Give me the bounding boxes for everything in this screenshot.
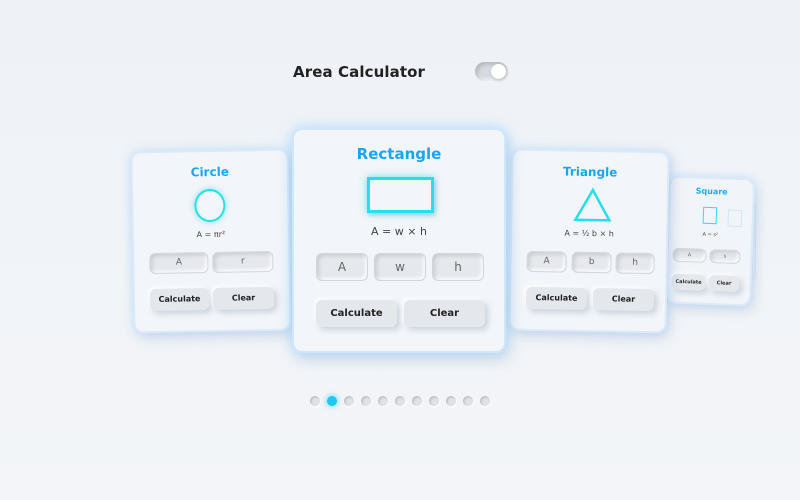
height-field[interactable]: h	[432, 253, 484, 281]
base-field[interactable]: b	[571, 251, 612, 274]
pagination-dot[interactable]	[429, 396, 439, 406]
page-title: Area Calculator	[293, 63, 426, 81]
circle-shape-icon	[194, 188, 226, 223]
pagination-dot[interactable]	[463, 396, 473, 406]
square-card: Square A = s² A s Calculate Clear	[664, 175, 756, 307]
pagination-dot-active[interactable]	[327, 396, 337, 406]
square-ghost-icon	[727, 209, 743, 228]
calculate-button[interactable]: Calculate	[671, 273, 706, 291]
clear-button[interactable]: Clear	[404, 300, 485, 327]
side-field[interactable]: s	[709, 248, 741, 265]
area-field[interactable]: A	[149, 252, 209, 275]
formula: A = s²	[702, 231, 719, 239]
formula: A = ½ b × h	[564, 228, 614, 239]
height-field[interactable]: h	[615, 252, 655, 275]
toggle-knob	[491, 64, 506, 79]
clear-button[interactable]: Clear	[708, 274, 740, 293]
circle-card: Circle A = πr² A r Calculate Clear	[130, 148, 292, 334]
theme-toggle[interactable]	[475, 62, 508, 81]
radius-field[interactable]: r	[212, 250, 274, 273]
pagination-dot[interactable]	[395, 396, 405, 406]
area-field[interactable]: A	[526, 250, 567, 273]
clear-button[interactable]: Clear	[212, 286, 275, 310]
header: Area Calculator	[293, 60, 513, 86]
pagination-dot[interactable]	[361, 396, 371, 406]
card-title: Triangle	[562, 164, 618, 180]
triangle-card: Triangle A = ½ b × h A b h Calculate Cle…	[508, 148, 670, 334]
triangle-shape-icon	[573, 187, 612, 222]
pagination-dot[interactable]	[412, 396, 422, 406]
calculate-button[interactable]: Calculate	[316, 300, 397, 327]
area-field[interactable]: A	[672, 247, 707, 263]
pagination-dot[interactable]	[446, 396, 456, 406]
calculate-button[interactable]: Calculate	[525, 286, 588, 310]
pagination-dots	[310, 396, 492, 407]
formula: A = w × h	[371, 225, 427, 238]
square-shape-icon	[702, 206, 718, 225]
calculate-button[interactable]: Calculate	[149, 288, 210, 312]
width-field[interactable]: w	[374, 253, 426, 281]
formula: A = πr²	[196, 229, 226, 240]
card-title: Circle	[190, 164, 230, 180]
pagination-dot[interactable]	[344, 396, 354, 406]
card-title: Square	[695, 186, 728, 197]
area-field[interactable]: A	[316, 253, 368, 281]
rectangle-shape-icon	[367, 177, 434, 213]
pagination-dot[interactable]	[480, 396, 490, 406]
pagination-dot[interactable]	[310, 396, 320, 406]
clear-button[interactable]: Clear	[592, 288, 655, 312]
pagination-dot[interactable]	[378, 396, 388, 406]
rectangle-card: Rectangle A = w × h A w h Calculate Clea…	[292, 128, 506, 353]
card-title: Rectangle	[356, 145, 442, 163]
